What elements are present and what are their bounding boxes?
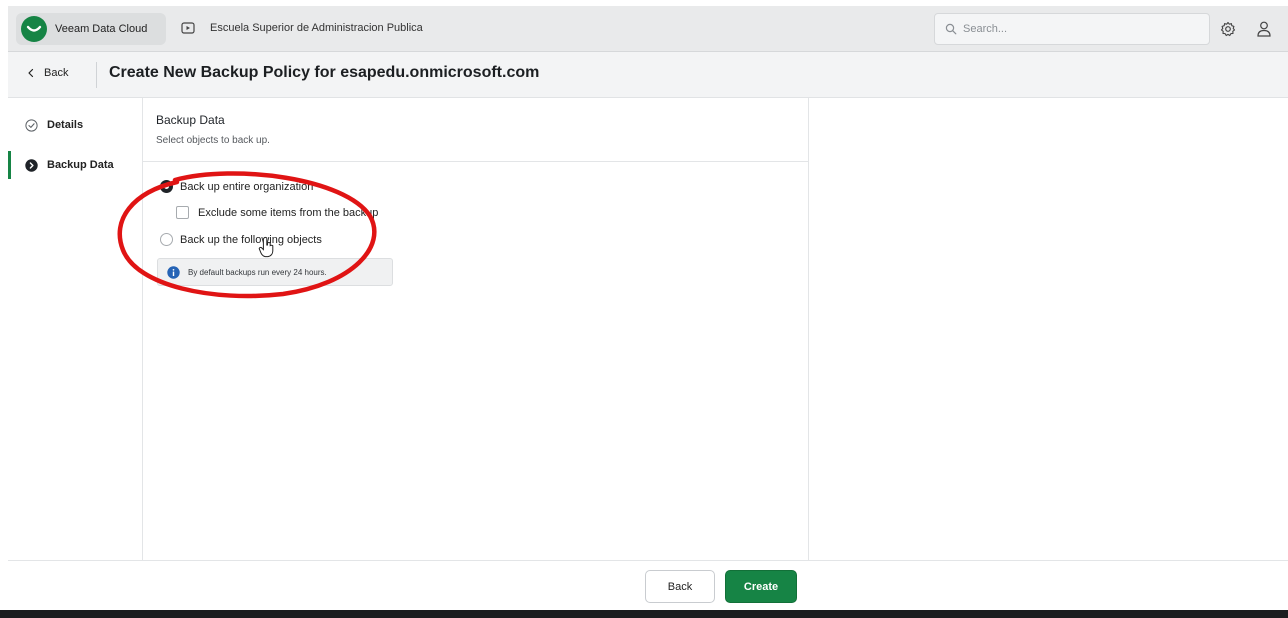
details-side-panel — [809, 98, 1288, 560]
radio-entire-organization[interactable] — [160, 180, 173, 193]
backup-data-panel: Backup Data Select objects to back up. B… — [143, 98, 809, 560]
step-backup-data-label: Backup Data — [47, 159, 114, 171]
gear-icon[interactable] — [1220, 21, 1236, 37]
back-button[interactable]: Back — [645, 570, 715, 603]
app-window: Veeam Data Cloud Escuela Superior de Adm… — [0, 0, 1288, 618]
brand-switcher[interactable]: Veeam Data Cloud — [16, 13, 166, 45]
option-exclude-items[interactable]: Exclude some items from the backup — [176, 206, 378, 219]
back-link[interactable]: Back — [26, 67, 68, 79]
info-banner: By default backups run every 24 hours. — [157, 258, 393, 286]
step-details[interactable]: Details — [8, 111, 143, 139]
user-icon[interactable] — [1256, 20, 1272, 38]
page-title: Create New Backup Policy for esapedu.onm… — [109, 64, 540, 81]
step-details-label: Details — [47, 119, 84, 131]
section-title: Backup Data — [156, 113, 225, 127]
option-following-objects-label: Back up the following objects — [180, 233, 322, 246]
search-placeholder: Search... — [963, 23, 1008, 35]
section-subtitle: Select objects to back up. — [156, 135, 270, 146]
checkbox-exclude-items[interactable] — [176, 206, 189, 219]
option-entire-organization-label: Back up entire organization — [180, 180, 314, 193]
radio-following-objects[interactable] — [160, 233, 173, 246]
info-text: By default backups run every 24 hours. — [188, 267, 327, 277]
step-backup-data[interactable]: Backup Data — [8, 151, 143, 179]
wizard-content: Details Backup Data Backup Data Select o… — [8, 98, 1288, 560]
back-link-label: Back — [44, 67, 69, 79]
arrow-circle-icon — [25, 158, 38, 172]
hand-cursor-icon — [258, 236, 274, 258]
tenant-icon[interactable] — [180, 20, 196, 36]
search-input[interactable]: Search... — [934, 13, 1210, 45]
tenant-name[interactable]: Escuela Superior de Administracion Publi… — [210, 22, 423, 34]
search-icon — [945, 23, 957, 35]
option-exclude-items-label: Exclude some items from the backup — [198, 206, 379, 219]
header-divider — [96, 62, 97, 88]
wizard-steps: Details Backup Data — [8, 98, 143, 560]
info-icon — [167, 265, 180, 279]
screen-bottom-edge — [0, 610, 1288, 618]
section-header: Backup Data Select objects to back up. — [143, 98, 809, 162]
chevron-left-icon — [28, 68, 34, 78]
top-bar: Veeam Data Cloud Escuela Superior de Adm… — [8, 6, 1288, 52]
check-circle-icon — [25, 118, 38, 132]
option-entire-organization[interactable]: Back up entire organization — [160, 180, 313, 193]
create-button[interactable]: Create — [725, 570, 797, 603]
page-header: Back Create New Backup Policy for esaped… — [8, 52, 1288, 98]
brand-name: Veeam Data Cloud — [55, 23, 148, 35]
veeam-logo-icon — [21, 16, 47, 42]
wizard-footer: Back Create — [8, 560, 1288, 610]
option-following-objects[interactable]: Back up the following objects — [160, 233, 322, 246]
active-step-indicator — [8, 151, 11, 179]
